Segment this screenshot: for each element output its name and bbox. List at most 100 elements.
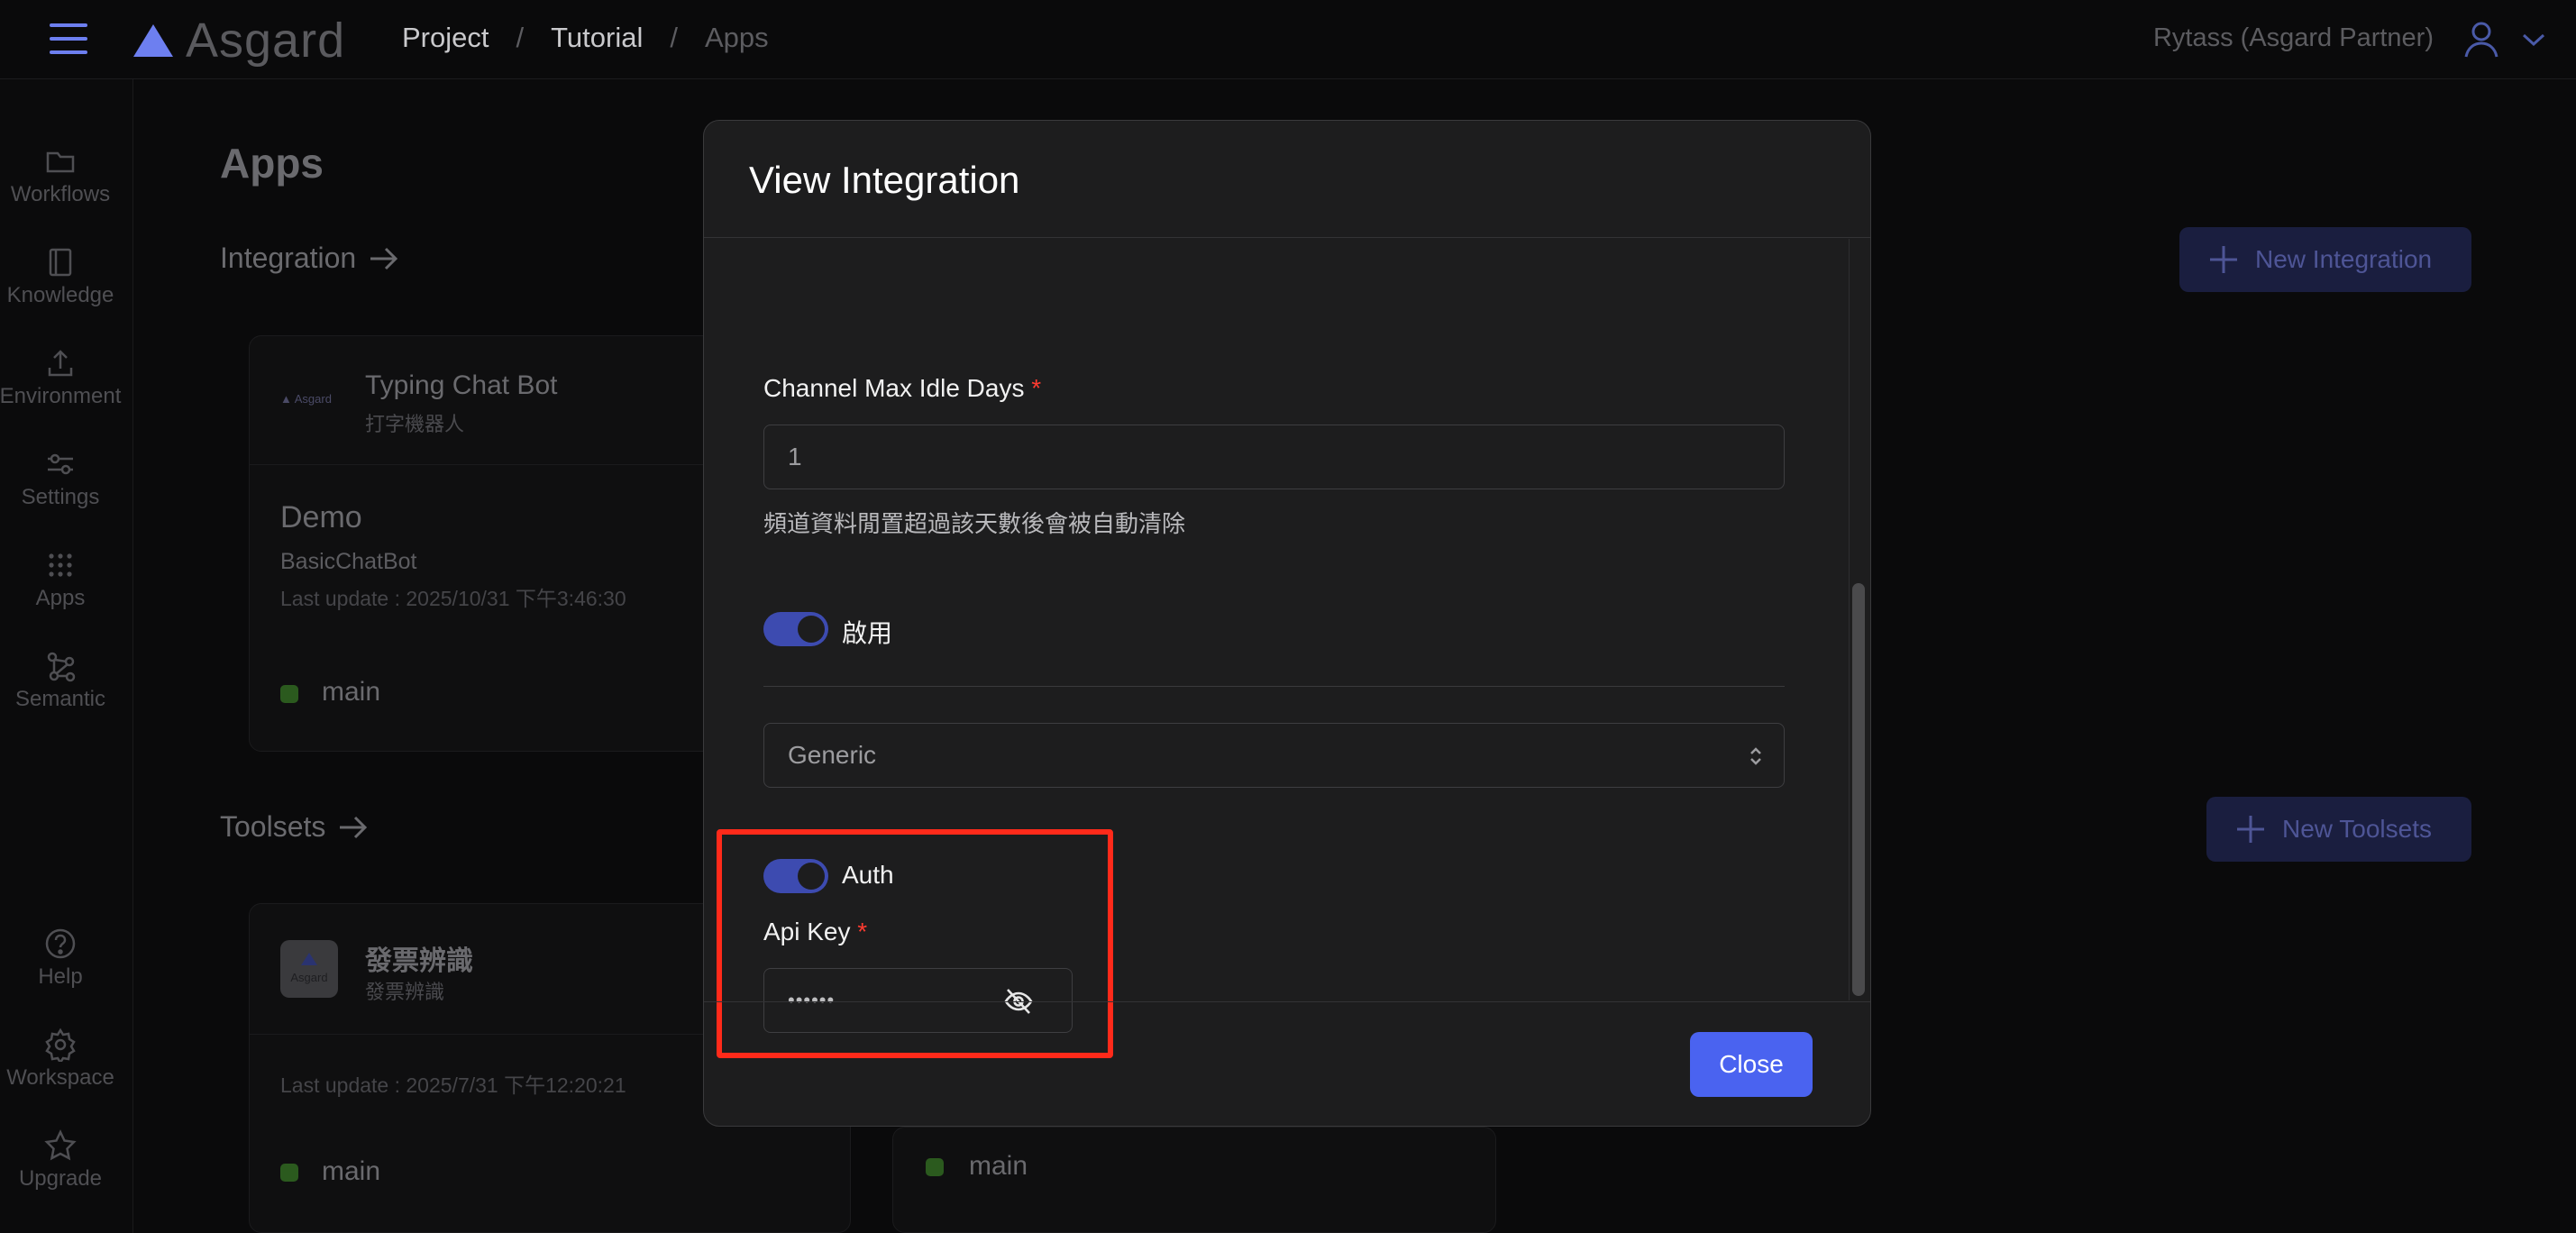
modal-body: Channel Max Idle Days * 1 頻道資料閒置超過該天數後會被…	[704, 239, 1870, 1058]
section-divider	[763, 686, 1785, 687]
api-key-label: Api Key *	[763, 918, 867, 946]
sidebar-item-apps[interactable]: Apps	[0, 548, 121, 611]
arrow-right-icon	[340, 816, 368, 838]
required-mark: *	[1031, 374, 1042, 402]
book-icon	[49, 248, 72, 277]
breadcrumb-project[interactable]: Project	[402, 22, 489, 54]
sidebar: Workflows Knowledge Environment Settings…	[0, 79, 133, 1233]
star-icon	[44, 1129, 77, 1161]
idle-days-value: 1	[788, 443, 802, 470]
plus-icon	[2210, 246, 2237, 273]
upload-icon	[48, 350, 73, 377]
user-icon[interactable]	[2461, 18, 2502, 59]
card-branch: main	[969, 1151, 1028, 1181]
breadcrumb-separator: /	[516, 22, 525, 53]
card-logo-text: Asgard	[294, 392, 332, 406]
integration-heading[interactable]: Integration	[220, 242, 399, 275]
sidebar-item-label: Settings	[21, 485, 100, 509]
integration-type-value: Generic	[788, 741, 877, 769]
card-title: 發票辨識	[365, 946, 473, 976]
plus-icon	[2237, 816, 2264, 843]
toolset-logo: Asgard	[280, 940, 338, 998]
status-dot	[280, 685, 298, 703]
new-integration-button[interactable]: New Integration	[2179, 227, 2471, 292]
idle-days-input[interactable]: 1	[763, 425, 1785, 489]
select-arrows-icon	[1750, 747, 1761, 765]
modal-title: View Integration	[749, 159, 1020, 201]
brand-name: Asgard	[186, 14, 346, 68]
folder-icon	[46, 151, 75, 173]
sidebar-item-label: Environment	[0, 384, 122, 408]
sidebar-item-label: Semantic	[14, 687, 106, 711]
auth-label: Auth	[842, 861, 894, 889]
gear-icon	[45, 1028, 76, 1062]
integration-type-select[interactable]: Generic	[763, 723, 1785, 788]
sidebar-item-settings[interactable]: Settings	[0, 447, 121, 510]
sidebar-item-workspace[interactable]: Workspace	[0, 1028, 121, 1091]
close-button[interactable]: Close	[1690, 1032, 1813, 1097]
modal-footer: Close	[704, 1001, 1870, 1126]
org-name[interactable]: Rytass (Asgard Partner)	[2153, 23, 2434, 53]
sidebar-item-semantic[interactable]: Semantic	[0, 649, 121, 712]
sliders-icon	[48, 453, 73, 475]
auth-toggle[interactable]	[763, 859, 828, 893]
chevron-down-icon[interactable]	[2520, 29, 2547, 50]
card-branch: main	[322, 677, 381, 707]
card-bot-type: BasicChatBot	[280, 549, 417, 574]
sidebar-item-workflows[interactable]: Workflows	[0, 144, 121, 207]
breadcrumb-separator: /	[670, 22, 678, 53]
sidebar-item-environment[interactable]: Environment	[0, 346, 121, 409]
sidebar-item-label: Help	[38, 964, 83, 989]
sidebar-item-knowledge[interactable]: Knowledge	[0, 245, 121, 308]
sidebar-item-help[interactable]: Help	[0, 927, 121, 990]
page-title: Apps	[220, 140, 324, 187]
card-env-name: Demo	[280, 500, 362, 534]
idle-days-label: Channel Max Idle Days *	[763, 374, 1041, 403]
arrow-right-icon	[370, 247, 398, 269]
card-logo: ▲ Asgard	[280, 392, 332, 406]
toggle-knob	[798, 863, 825, 890]
sidebar-item-label: Knowledge	[6, 283, 114, 307]
view-integration-modal: View Integration Channel Max Idle Days *…	[703, 120, 1871, 1127]
toolset-card-2[interactable]: main	[892, 1127, 1496, 1233]
sidebar-item-label: Apps	[35, 586, 86, 610]
integration-card[interactable]: ▲ Asgard Typing Chat Bot 打字機器人 Demo Basi…	[249, 335, 717, 752]
toolsets-heading[interactable]: Toolsets	[220, 810, 369, 844]
brand-logo[interactable]: Asgard	[133, 13, 345, 68]
modal-scrollbar-thumb[interactable]	[1852, 583, 1865, 996]
card-last-update: Last update : 2025/7/31 下午12:20:21	[280, 1073, 626, 1097]
top-bar: Asgard Project / Tutorial / Apps Rytass …	[0, 0, 2576, 79]
sidebar-item-label: Upgrade	[18, 1166, 103, 1191]
enable-label: 啟用	[842, 619, 893, 647]
integration-heading-label: Integration	[220, 242, 357, 274]
grid-icon	[49, 553, 72, 577]
api-key-label-text: Api Key	[763, 918, 851, 945]
card-subtitle: 發票辨識	[365, 981, 445, 1003]
sidebar-item-label: Workflows	[10, 182, 111, 206]
sidebar-item-label: Workspace	[6, 1065, 114, 1090]
sidebar-item-upgrade[interactable]: Upgrade	[0, 1128, 121, 1192]
breadcrumb-apps: Apps	[704, 22, 769, 53]
idle-days-label-text: Channel Max Idle Days	[763, 374, 1025, 402]
card-divider	[250, 464, 717, 465]
graph-icon	[47, 652, 76, 682]
toggle-knob	[798, 616, 825, 643]
card-branch: main	[322, 1156, 381, 1186]
card-last-update: Last update : 2025/10/31 下午3:46:30	[280, 587, 626, 610]
logo-triangle-icon	[301, 953, 317, 965]
idle-days-hint: 頻道資料閒置超過該天數後會被自動清除	[763, 510, 1186, 537]
card-title: Typing Chat Bot	[365, 370, 558, 400]
menu-icon[interactable]	[50, 23, 87, 54]
modal-header: View Integration	[704, 121, 1870, 238]
breadcrumb: Project / Tutorial / Apps	[402, 22, 769, 54]
new-toolsets-label: New Toolsets	[2282, 815, 2433, 843]
status-dot	[280, 1164, 298, 1182]
enable-toggle[interactable]	[763, 612, 828, 646]
breadcrumb-tutorial[interactable]: Tutorial	[551, 22, 643, 54]
new-toolsets-button[interactable]: New Toolsets	[2206, 797, 2471, 862]
toolsets-heading-label: Toolsets	[220, 810, 326, 843]
card-subtitle: 打字機器人	[365, 413, 465, 435]
new-integration-label: New Integration	[2255, 245, 2433, 273]
logo-triangle-icon	[133, 24, 173, 57]
required-mark: *	[857, 918, 868, 945]
